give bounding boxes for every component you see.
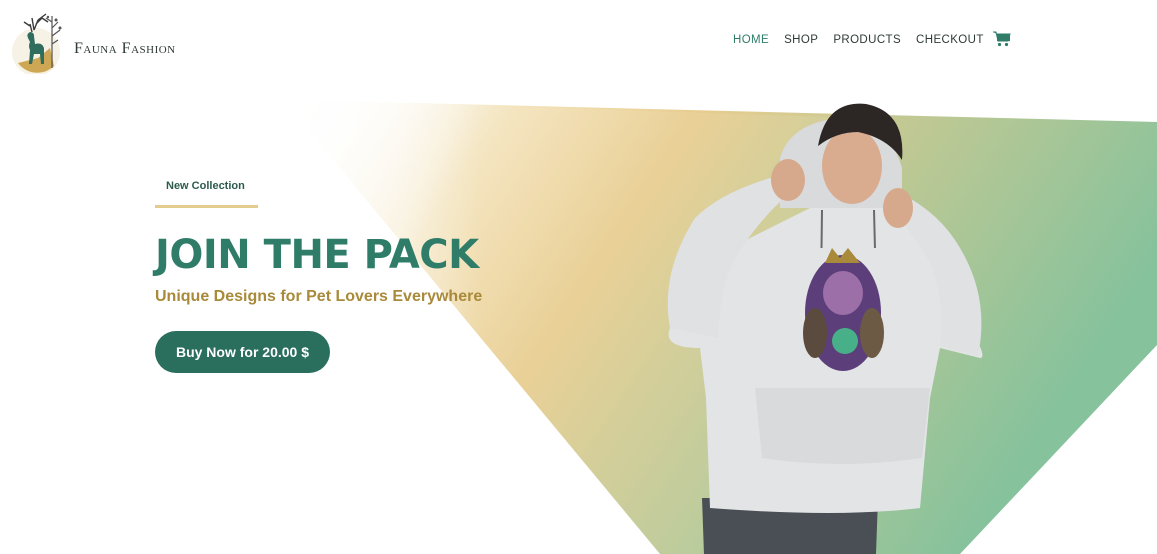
model-hoodie-image [667,103,983,554]
cart-icon[interactable] [992,31,1011,47]
main-nav: HOME SHOP PRODUCTS CHECKOUT [733,31,1011,47]
nav-products[interactable]: PRODUCTS [833,34,901,46]
nav-home[interactable]: HOME [733,34,769,46]
eyebrow-divider [155,205,258,208]
nav-checkout[interactable]: CHECKOUT [916,34,984,46]
deer-logo-icon[interactable] [8,8,66,74]
buy-now-button[interactable]: Buy Now for 20.00 $ [155,331,330,373]
hero-subtitle: Unique Designs for Pet Lovers Everywhere [155,288,483,305]
page: Fauna Fashion HOME SHOP PRODUCTS CHECKOU… [0,0,1157,554]
site-header: Fauna Fashion HOME SHOP PRODUCTS CHECKOU… [0,0,1157,90]
brand-name[interactable]: Fauna Fashion [74,40,176,58]
hero-title: JOIN THE PACK [155,232,479,278]
nav-shop[interactable]: SHOP [784,34,818,46]
eyebrow-label: New Collection [166,180,245,192]
